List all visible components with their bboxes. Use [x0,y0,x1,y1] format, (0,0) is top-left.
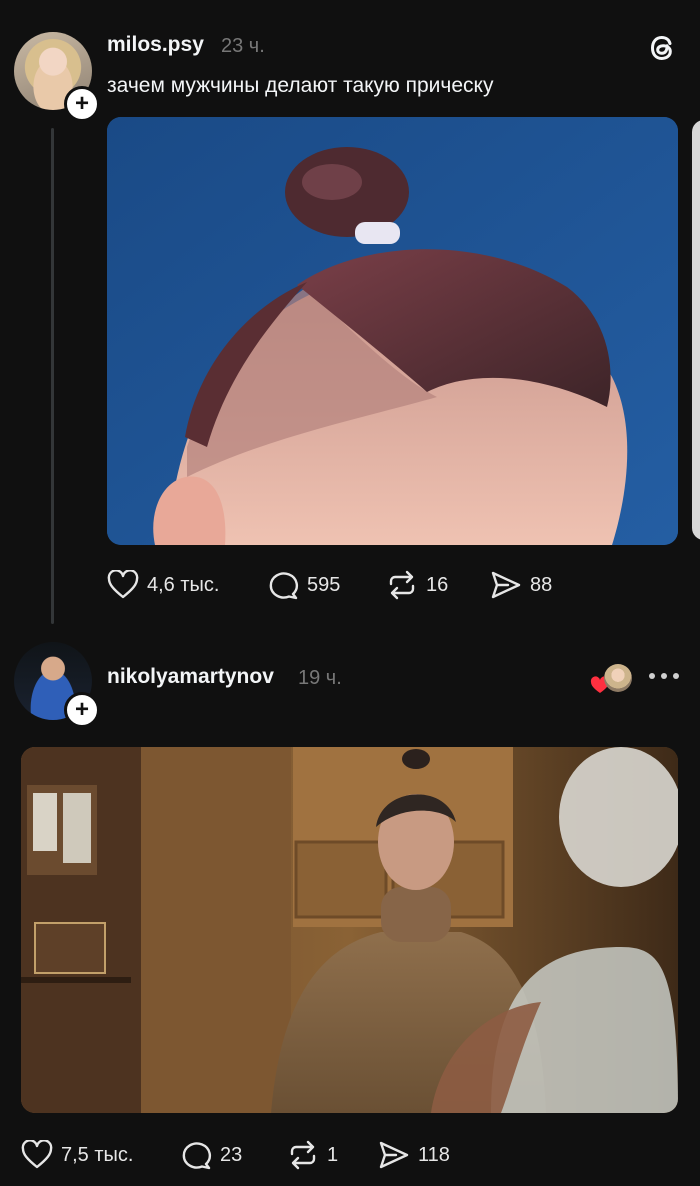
like-button[interactable]: 7,5 тыс. [21,1140,133,1170]
thread-connector-line [51,128,54,624]
follow-button[interactable]: + [64,692,100,728]
comment-count: 23 [220,1143,243,1166]
post-time: 19 ч. [298,667,342,689]
threads-logo-icon[interactable] [644,30,680,66]
heart-icon [107,570,139,599]
send-icon [379,1141,409,1169]
post-caption: зачем мужчины делают такую прическу [107,74,494,97]
plus-icon: + [74,90,89,117]
post-time: 23 ч. [221,35,265,57]
repost-icon [290,1140,316,1170]
comment-count: 595 [307,573,341,596]
comment-bubble-icon [269,572,298,600]
repost-count: 1 [327,1143,339,1166]
share-count: 88 [530,573,553,596]
comment-button[interactable]: 23 [180,1140,242,1170]
comment-bubble-icon [182,1142,211,1170]
comment-button[interactable]: 595 [267,570,340,600]
liked-by-avatar[interactable] [604,664,632,692]
follow-button[interactable]: + [64,86,100,122]
next-image-peek[interactable] [692,120,700,540]
like-button[interactable]: 4,6 тыс. [107,570,219,600]
repost-icon [389,570,415,600]
share-button[interactable]: 88 [490,570,552,600]
repost-button[interactable]: 16 [386,570,448,600]
share-count: 118 [418,1143,450,1166]
username[interactable]: milos.psy [107,33,204,57]
repost-count: 16 [426,573,449,596]
username[interactable]: nikolyamartynov [107,665,274,689]
more-dots-icon[interactable] [647,666,681,686]
post-image[interactable] [21,747,678,1113]
post-image[interactable] [107,117,678,545]
like-count: 7,5 тыс. [61,1143,134,1166]
plus-icon: + [74,696,89,723]
repost-button[interactable]: 1 [287,1140,338,1170]
share-button[interactable]: 118 [378,1140,450,1170]
send-icon [491,571,521,599]
heart-icon [21,1140,53,1169]
like-count: 4,6 тыс. [147,573,220,596]
